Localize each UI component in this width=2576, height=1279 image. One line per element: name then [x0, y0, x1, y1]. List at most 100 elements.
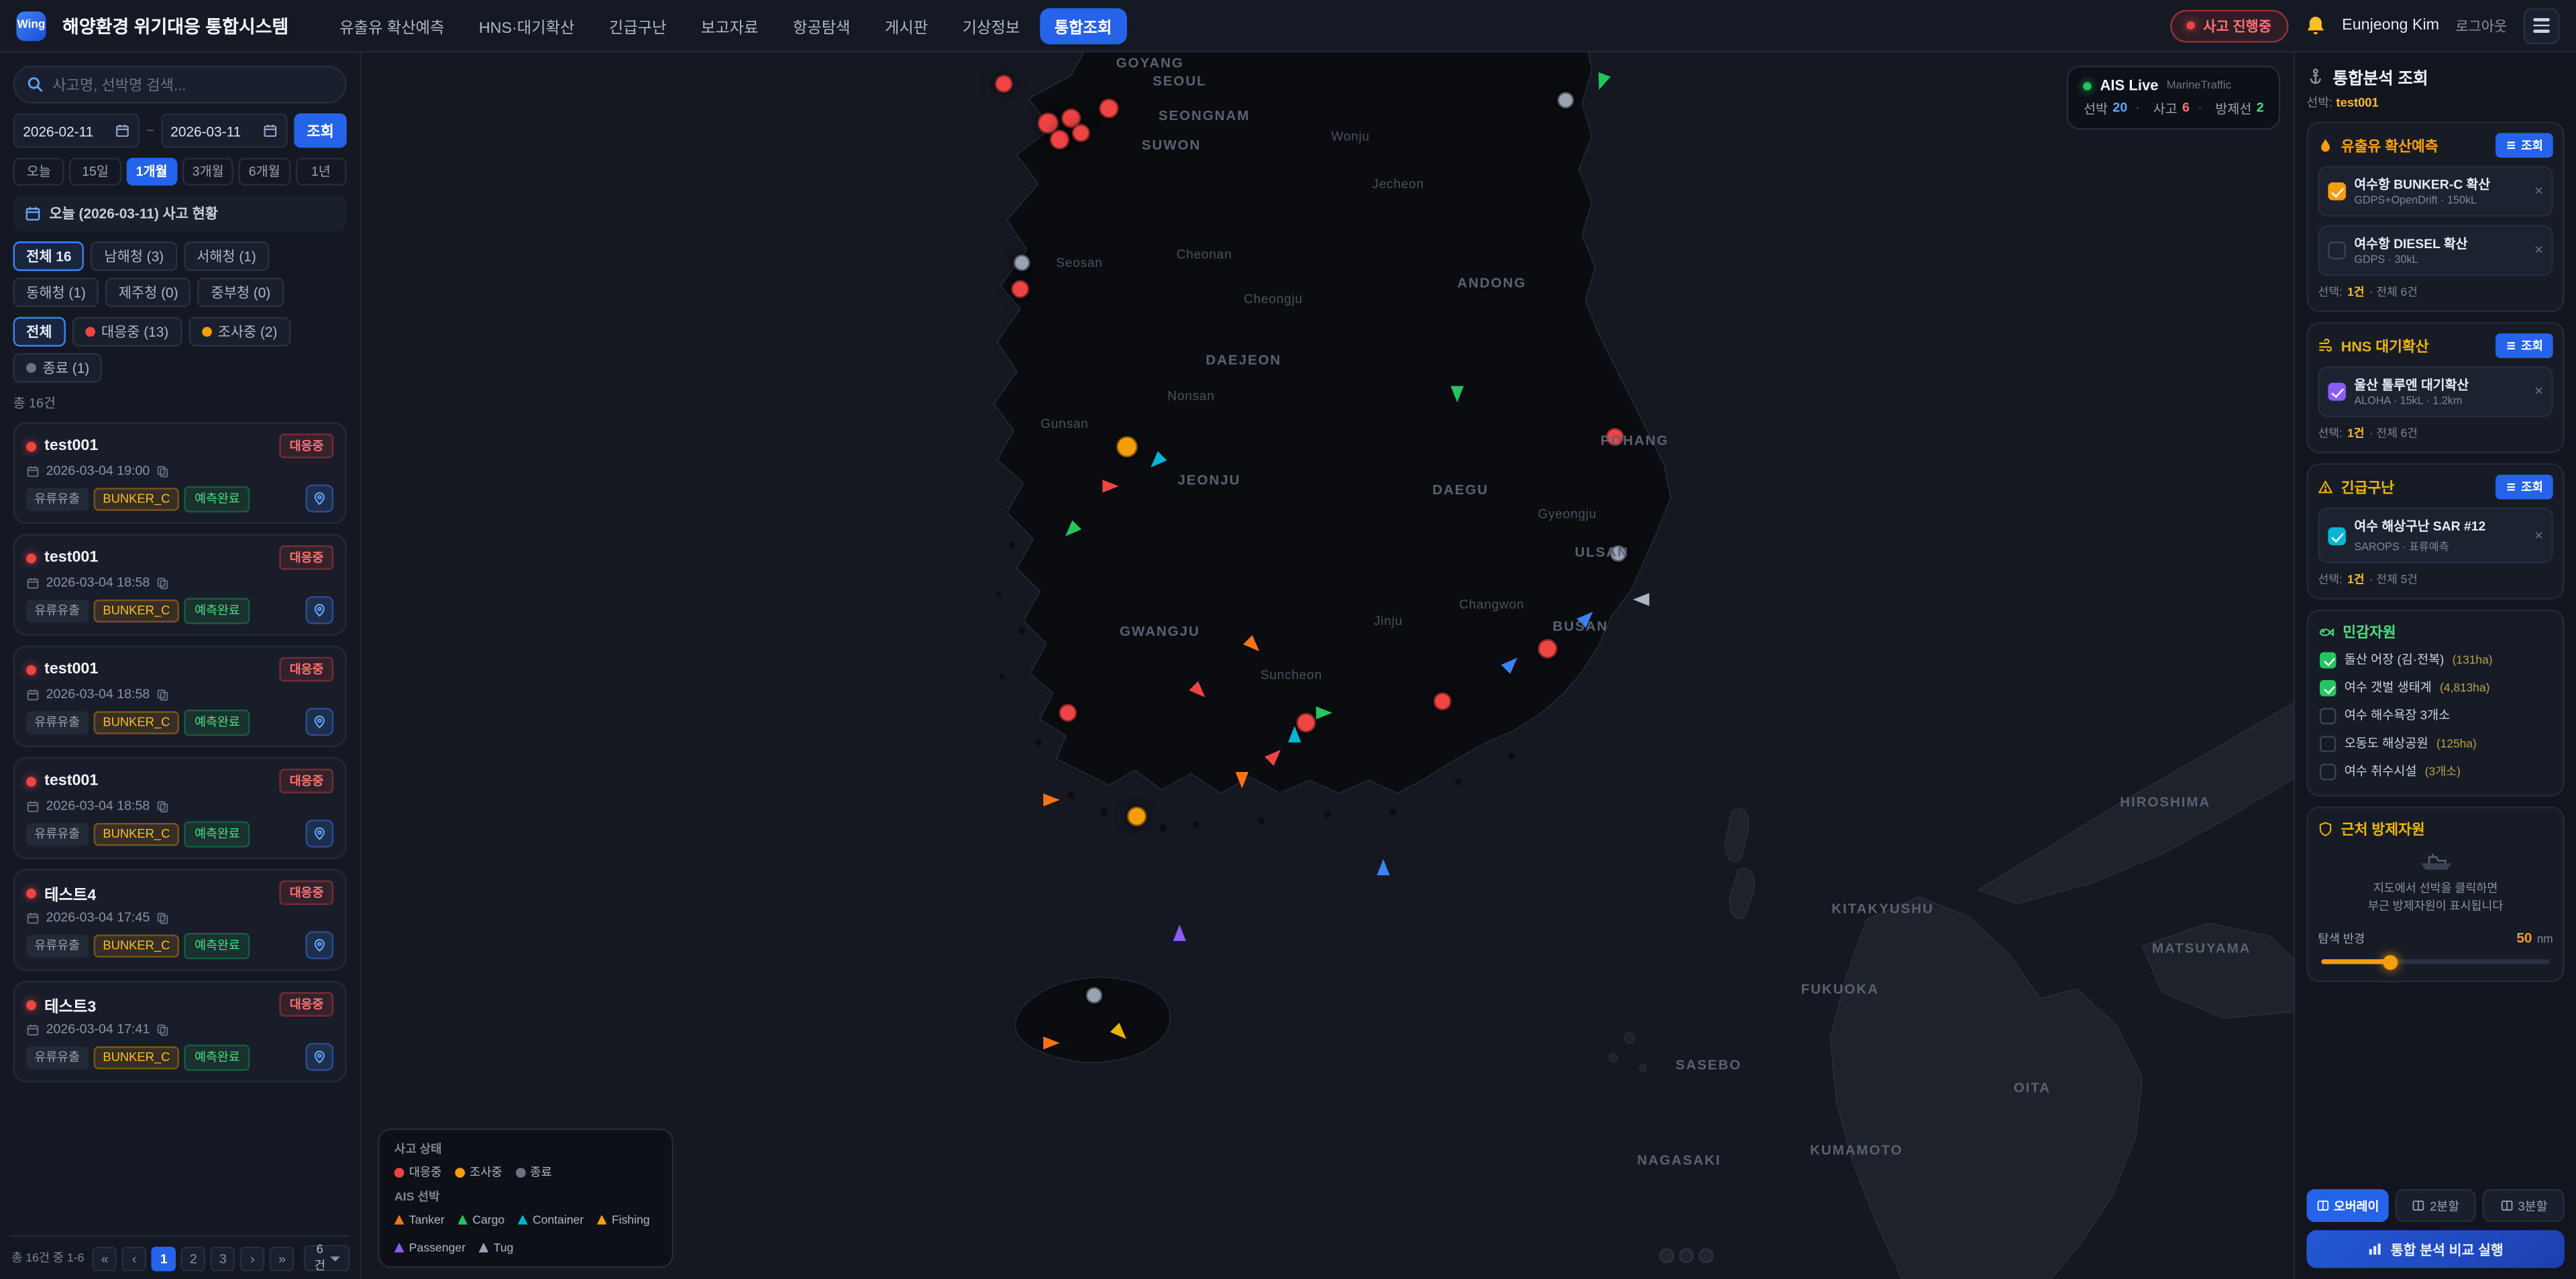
- incident-active-badge[interactable]: 사고 진행중: [2170, 9, 2288, 42]
- status-chip[interactable]: 종료 (1): [13, 353, 103, 383]
- incident-marker[interactable]: [1610, 545, 1626, 561]
- sar-query-button[interactable]: 조회: [2495, 475, 2553, 500]
- logout-button[interactable]: 로그아웃: [2456, 15, 2508, 35]
- region-chip[interactable]: 서해청 (1): [184, 241, 270, 271]
- region-chip[interactable]: 남해청 (3): [91, 241, 177, 271]
- view-mode-button[interactable]: 2분할: [2395, 1189, 2477, 1222]
- locate-on-map-button[interactable]: [306, 596, 334, 624]
- sensitive-resource-row[interactable]: 여수 취수시설 (3개소): [2318, 757, 2553, 785]
- incident-marker[interactable]: [1127, 806, 1146, 826]
- checkbox-checked-icon[interactable]: [2328, 383, 2346, 401]
- oil-model-item[interactable]: 여수항 BUNKER-C 확산 GDPS+OpenDrift · 150kL ×: [2318, 166, 2553, 217]
- checkbox-unchecked-icon[interactable]: [2328, 241, 2346, 260]
- next-page-button[interactable]: ›: [240, 1246, 265, 1271]
- incident-marker[interactable]: [1296, 713, 1316, 732]
- incident-card[interactable]: 테스트3 대응중 2026-03-04 17:41 유류유출 BUNKER_C …: [13, 981, 347, 1082]
- nav-item[interactable]: 항공탐색: [778, 7, 865, 44]
- run-comparison-button[interactable]: 통합 분석 비교 실행: [2306, 1230, 2564, 1268]
- region-chip[interactable]: 동해청 (1): [13, 278, 99, 307]
- incident-marker[interactable]: [995, 74, 1013, 93]
- nav-item[interactable]: 기상정보: [948, 7, 1035, 44]
- radius-slider[interactable]: [2321, 960, 2549, 964]
- checkbox-icon[interactable]: [2320, 679, 2336, 696]
- last-page-button[interactable]: »: [270, 1246, 294, 1271]
- quick-range-button[interactable]: 6개월: [239, 158, 290, 186]
- vessel-marker[interactable]: [1316, 706, 1332, 720]
- oil-query-button[interactable]: 조회: [2495, 133, 2553, 158]
- close-icon[interactable]: ×: [2534, 184, 2543, 199]
- vessel-marker[interactable]: [1576, 606, 1598, 628]
- incident-marker[interactable]: [1558, 92, 1574, 108]
- status-chip[interactable]: 전체: [13, 317, 65, 347]
- region-chip[interactable]: 제주청 (0): [105, 278, 191, 307]
- nav-item[interactable]: HNS·대기확산: [464, 7, 590, 44]
- locate-on-map-button[interactable]: [306, 1043, 334, 1071]
- slider-knob[interactable]: [2382, 955, 2397, 970]
- vessel-marker[interactable]: [1633, 592, 1649, 607]
- status-chip[interactable]: 대응중 (13): [72, 317, 182, 347]
- vessel-marker[interactable]: [1264, 744, 1286, 767]
- view-mode-button[interactable]: 3분할: [2483, 1189, 2565, 1222]
- checkbox-icon[interactable]: [2320, 763, 2336, 779]
- sar-model-item[interactable]: 여수 해상구난 SAR #12 SAROPS · 표류예측 ×: [2318, 508, 2553, 563]
- checkbox-icon[interactable]: [2320, 651, 2336, 667]
- quick-range-button[interactable]: 1개월: [126, 158, 178, 186]
- locate-on-map-button[interactable]: [306, 820, 334, 848]
- checkbox-checked-icon[interactable]: [2328, 526, 2346, 545]
- vessel-marker[interactable]: [1102, 479, 1118, 494]
- map-area[interactable]: GOYANGSEOULSEONGNAMSUWONWonjuJecheonSeos…: [362, 52, 2294, 1279]
- vessel-marker[interactable]: [1592, 72, 1611, 93]
- map-control-button[interactable]: [1699, 1248, 1713, 1263]
- incident-card[interactable]: test001 대응중 2026-03-04 18:58 유류유출 BUNKER…: [13, 757, 347, 859]
- page-number-button[interactable]: 3: [211, 1246, 235, 1271]
- incident-card[interactable]: test001 대응중 2026-03-04 19:00 유류유출 BUNKER…: [13, 422, 347, 524]
- incident-marker[interactable]: [1116, 436, 1138, 457]
- vessel-marker[interactable]: [1043, 1036, 1059, 1050]
- locate-on-map-button[interactable]: [306, 932, 334, 960]
- vessel-marker[interactable]: [1146, 451, 1168, 473]
- nav-item[interactable]: 게시판: [870, 7, 943, 44]
- incident-marker[interactable]: [1606, 428, 1624, 446]
- incident-marker[interactable]: [1014, 255, 1030, 271]
- page-size-select[interactable]: 6건: [305, 1245, 350, 1271]
- region-chip[interactable]: 중부청 (0): [198, 278, 284, 307]
- vessel-marker[interactable]: [1450, 386, 1464, 402]
- page-number-button[interactable]: 1: [152, 1246, 176, 1271]
- menu-hamburger-icon[interactable]: [2524, 7, 2560, 44]
- checkbox-icon[interactable]: [2320, 707, 2336, 723]
- nav-item[interactable]: 긴급구난: [594, 7, 682, 44]
- date-from-input[interactable]: 2026-02-11: [13, 113, 140, 148]
- quick-range-button[interactable]: 1년: [295, 158, 347, 186]
- incident-marker[interactable]: [1538, 639, 1557, 659]
- hns-query-button[interactable]: 조회: [2495, 333, 2553, 358]
- vessel-marker[interactable]: [1060, 520, 1082, 542]
- region-chip[interactable]: 전체 16: [13, 241, 85, 271]
- first-page-button[interactable]: «: [93, 1246, 117, 1271]
- search-input[interactable]: [13, 66, 347, 103]
- status-chip[interactable]: 조사중 (2): [189, 317, 290, 347]
- vessel-marker[interactable]: [1188, 681, 1210, 703]
- ais-live-panel[interactable]: AIS Live MarineTraffic 선박20사고6방제선2: [2068, 66, 2281, 130]
- quick-range-button[interactable]: 15일: [70, 158, 121, 186]
- incident-marker[interactable]: [1099, 99, 1118, 118]
- vessel-marker[interactable]: [1376, 859, 1391, 875]
- locate-on-map-button[interactable]: [306, 708, 334, 736]
- nav-item[interactable]: 보고자료: [686, 7, 773, 44]
- checkbox-icon[interactable]: [2320, 735, 2336, 751]
- checkbox-checked-icon[interactable]: [2328, 182, 2346, 201]
- view-mode-button[interactable]: 오버레이: [2306, 1189, 2388, 1222]
- incident-marker[interactable]: [1059, 704, 1077, 722]
- close-icon[interactable]: ×: [2534, 243, 2543, 258]
- incident-marker[interactable]: [1011, 280, 1029, 298]
- prev-page-button[interactable]: ‹: [122, 1246, 147, 1271]
- vessel-marker[interactable]: [1234, 772, 1249, 788]
- nav-item[interactable]: 통합조회: [1040, 7, 1127, 44]
- quick-range-button[interactable]: 오늘: [13, 158, 65, 186]
- incident-card[interactable]: 테스트4 대응중 2026-03-04 17:45 유류유출 BUNKER_C …: [13, 869, 347, 971]
- quick-range-button[interactable]: 3개월: [182, 158, 234, 186]
- page-number-button[interactable]: 2: [181, 1246, 206, 1271]
- vessel-marker[interactable]: [1043, 793, 1059, 808]
- incident-marker[interactable]: [1086, 987, 1102, 1003]
- vessel-marker[interactable]: [1110, 1022, 1132, 1044]
- sensitive-resource-row[interactable]: 여수 해수욕장 3개소: [2318, 702, 2553, 730]
